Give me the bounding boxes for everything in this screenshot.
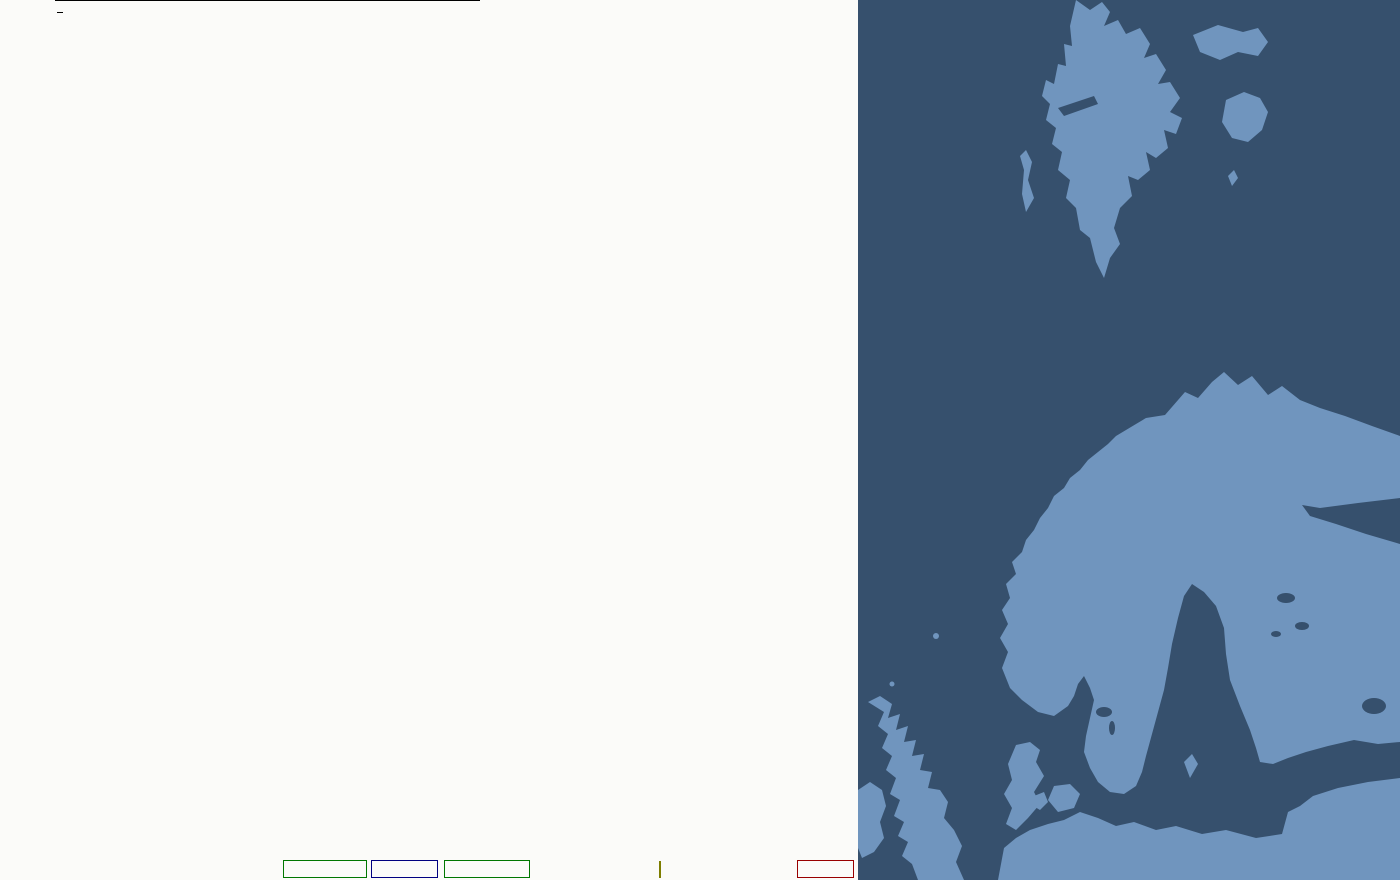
lake-finland-1	[1277, 593, 1295, 603]
prev-day-button[interactable]	[283, 860, 367, 878]
magnetogram-panel	[0, 0, 858, 880]
to-menu-button[interactable]	[371, 860, 438, 878]
map-graphic	[858, 0, 1400, 880]
land-orkney	[890, 682, 895, 687]
europe-map	[858, 0, 1400, 880]
lake-vattern	[1109, 721, 1115, 735]
magnetogram-plot	[0, 0, 858, 880]
lake-ladoga	[1362, 698, 1386, 714]
page: { "chart": { "title": "Magnetometer Z co…	[0, 0, 1400, 880]
top-hairline	[55, 0, 480, 1]
land-shetland	[933, 633, 939, 639]
next-day-button[interactable]	[444, 860, 530, 878]
realtime-button[interactable]	[797, 860, 854, 878]
component-selector	[659, 861, 661, 878]
page-title	[57, 0, 63, 13]
lake-vanern	[1096, 707, 1112, 717]
lake-finland-2	[1295, 622, 1309, 630]
lake-finland-3	[1271, 631, 1281, 637]
